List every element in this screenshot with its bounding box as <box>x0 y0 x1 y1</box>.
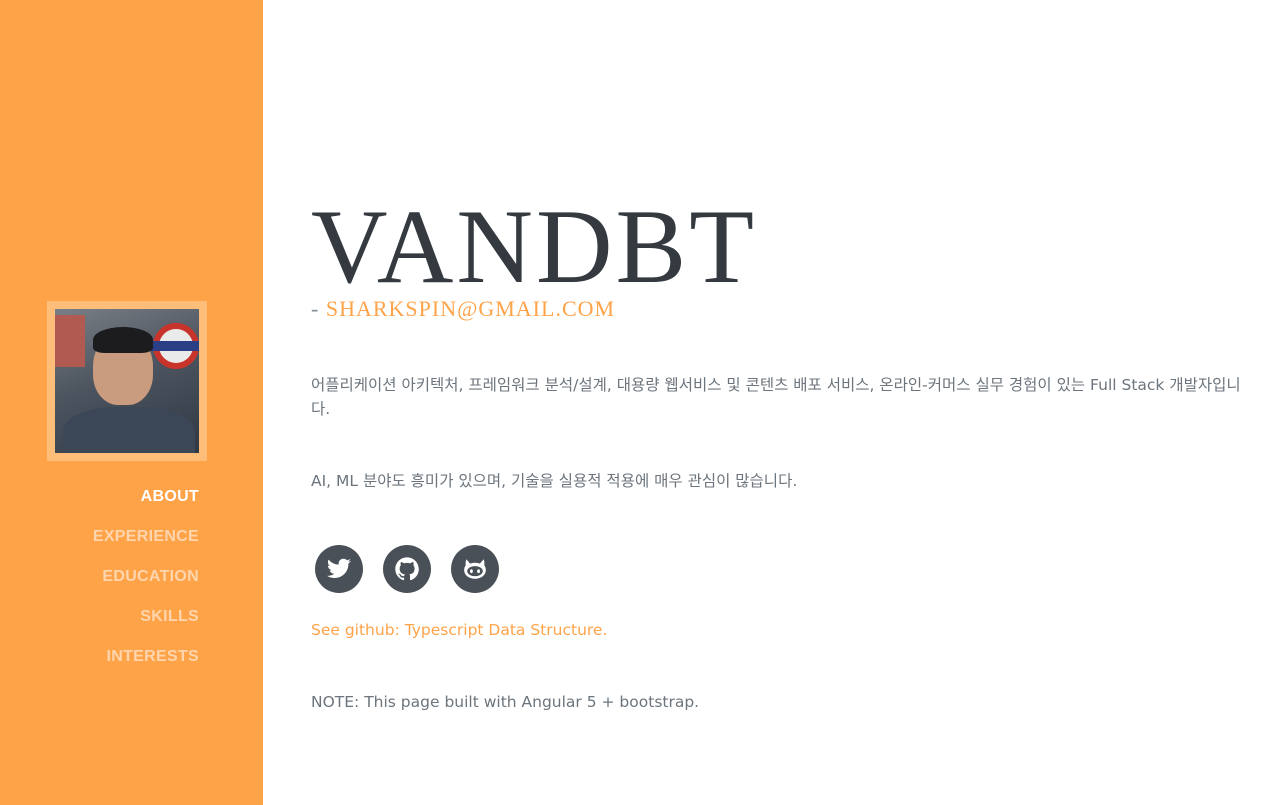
nav-item-education[interactable]: EDUCATION <box>93 566 199 606</box>
note-text: NOTE: This page built with Angular 5 + b… <box>311 693 700 711</box>
twitter-button[interactable] <box>315 545 363 593</box>
nav-item-about[interactable]: ABOUT <box>93 486 199 526</box>
email-link[interactable]: SHARKSPIN@GMAIL.COM <box>326 296 615 321</box>
nav-item-interests[interactable]: INTERESTS <box>93 646 199 686</box>
nav-item-skills[interactable]: SKILLS <box>93 606 199 646</box>
interest-paragraph: AI, ML 분야도 흥미가 있으며, 기술을 실용적 적용에 매우 관심이 많… <box>311 472 798 490</box>
github-data-structure-link[interactable]: See github: Typescript Data Structure. <box>311 621 607 639</box>
sidebar: ABOUT EXPERIENCE EDUCATION SKILLS INTERE… <box>0 0 263 805</box>
profile-avatar <box>47 301 207 461</box>
github-icon <box>395 557 419 581</box>
twitter-icon <box>327 558 351 578</box>
page-title: VANDBT <box>311 188 757 305</box>
nav-item-experience[interactable]: EXPERIENCE <box>93 526 199 566</box>
subheading: - SHARKSPIN@GMAIL.COM <box>311 296 615 322</box>
subheading-dash: - <box>311 296 326 321</box>
sidebar-nav: ABOUT EXPERIENCE EDUCATION SKILLS INTERE… <box>93 486 199 686</box>
github-button[interactable] <box>383 545 431 593</box>
github-cat-button[interactable] <box>451 545 499 593</box>
intro-paragraph: 어플리케이션 아키텍처, 프레임워크 분석/설계, 대용량 웹서비스 및 콘텐츠… <box>311 376 1241 418</box>
profile-photo <box>55 309 199 453</box>
github-cat-icon <box>464 559 486 579</box>
social-icons <box>315 545 499 593</box>
